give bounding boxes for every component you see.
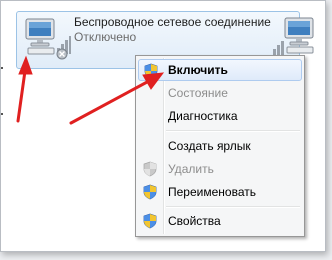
network-computer-icon (25, 18, 71, 60)
shield-icon (143, 213, 157, 229)
menu-item-label: Состояние (168, 86, 228, 100)
adapter-name: Беспроводное сетевое соединение (74, 15, 271, 29)
menu-item-enable[interactable]: Включить (138, 59, 302, 81)
network-connections-pane: Беспроводное сетевое соединение Отключен… (0, 0, 326, 252)
menu-separator (166, 206, 300, 208)
menu-item-delete[interactable]: Удалить (138, 158, 302, 180)
adapter-text: Беспроводное сетевое соединение Отключен… (74, 15, 294, 45)
context-menu: Включить Состояние Диагностика Создать я… (135, 55, 305, 237)
menu-item-label: Создать ярлык (168, 139, 251, 153)
menu-item-status[interactable]: Состояние (138, 82, 302, 104)
menu-item-properties[interactable]: Свойства (138, 210, 302, 232)
shield-icon (144, 63, 158, 79)
menu-separator (166, 130, 300, 132)
menu-item-label: Удалить (168, 162, 214, 176)
arrow-to-adapter (16, 69, 27, 123)
shield-icon (143, 161, 157, 177)
shield-icon (143, 184, 157, 200)
left-dot-mark (1, 113, 3, 115)
adapter-status: Отключено (74, 30, 137, 44)
menu-item-label: Диагностика (168, 109, 238, 123)
menu-item-diagnostics[interactable]: Диагностика (138, 105, 302, 127)
menu-item-label: Включить (168, 63, 228, 77)
left-dot-mark (1, 67, 3, 69)
menu-item-label: Свойства (168, 214, 221, 228)
menu-item-rename[interactable]: Переименовать (138, 181, 302, 203)
menu-item-create-shortcut[interactable]: Создать ярлык (138, 135, 302, 157)
menu-item-label: Переименовать (168, 185, 256, 199)
